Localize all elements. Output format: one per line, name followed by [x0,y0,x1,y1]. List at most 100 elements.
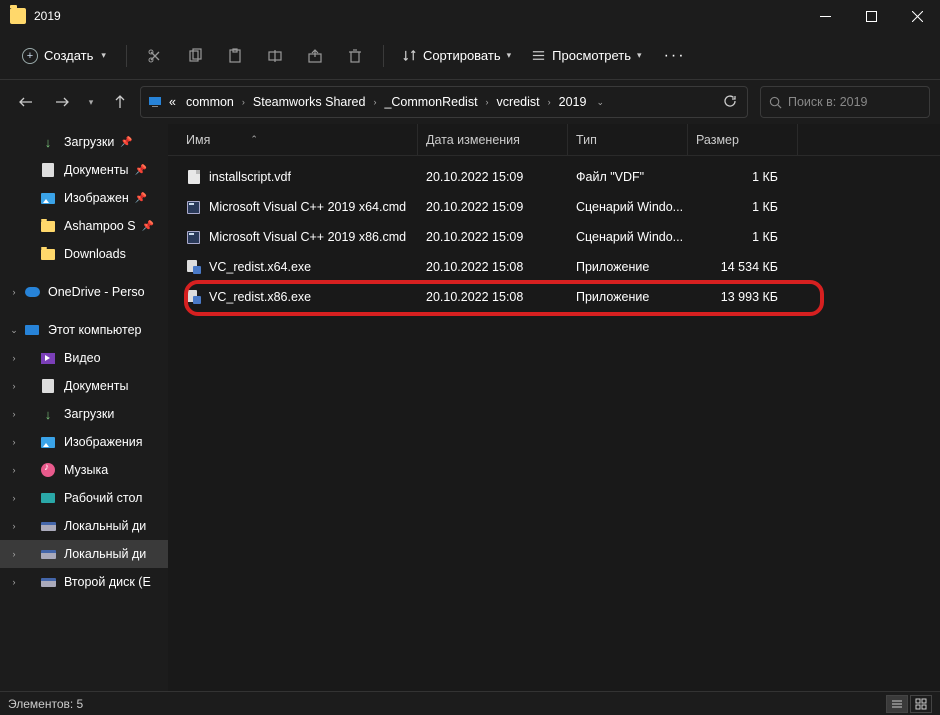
view-button[interactable]: Просмотреть ▾ [523,42,649,69]
sidebar-label: Загрузки [64,135,114,149]
file-row[interactable]: Microsoft Visual C++ 2019 x64.cmd 20.10.… [168,192,940,222]
chevron-right-icon[interactable]: › [6,465,22,475]
chevron-down-icon: ▾ [101,50,106,61]
file-name: VC_redist.x86.exe [209,290,311,304]
address-dropdown[interactable]: ⌄ [596,97,604,108]
more-button[interactable]: ··· [654,41,696,71]
forward-button[interactable] [46,86,78,118]
copy-button[interactable] [177,38,213,74]
sidebar-item-this-pc[interactable]: ⌄Этот компьютер [0,316,168,344]
sidebar-item-pictures-pc[interactable]: ›Изображения [0,428,168,456]
chevron-right-icon[interactable]: › [6,409,22,419]
drive-icon [40,574,56,590]
chevron-right-icon[interactable]: › [6,287,22,297]
search-icon [769,96,782,109]
sidebar-item-documents[interactable]: Документы📌 [0,156,168,184]
chevron-right-icon[interactable]: › [6,381,22,391]
chevron-down-icon[interactable]: ⌄ [6,325,22,336]
document-icon [40,378,56,394]
sort-button[interactable]: Сортировать ▾ [394,42,519,69]
file-row[interactable]: VC_redist.x86.exe 20.10.2022 15:08 Прило… [168,282,940,312]
sidebar-item-pictures[interactable]: Изображен📌 [0,184,168,212]
download-icon: ↓ [40,406,56,422]
column-size[interactable]: Размер [688,124,798,155]
icons-view-button[interactable] [910,695,932,713]
create-label: Создать [44,48,93,63]
sidebar-label: Загрузки [64,407,114,421]
breadcrumb-segment[interactable]: common [182,95,238,109]
sidebar-item-downloads-pc[interactable]: › ↓ Загрузки [0,400,168,428]
cut-button[interactable] [137,38,173,74]
chevron-right-icon[interactable]: › [240,97,247,107]
file-date: 20.10.2022 15:09 [418,170,568,184]
sidebar-item-local-disk-selected[interactable]: ›Локальный ди [0,540,168,568]
sidebar-item-local-disk[interactable]: › Локальный ди [0,512,168,540]
column-name[interactable]: Имя⌃ [168,124,418,155]
address-bar[interactable]: « common› Steamworks Shared› _CommonRedi… [140,86,748,118]
sort-arrow-icon: ⌃ [250,134,258,145]
column-headers: Имя⌃ Дата изменения Тип Размер [168,124,940,156]
recent-button[interactable]: ▾ [82,86,100,118]
divider [383,45,384,67]
sidebar-item-onedrive[interactable]: ›OneDrive - Perso [0,278,168,306]
chevron-right-icon[interactable]: › [484,97,491,107]
sidebar-label: Локальный ди [64,519,146,533]
breadcrumb-segment[interactable]: Steamworks Shared [249,95,370,109]
up-button[interactable] [104,86,136,118]
paste-button[interactable] [217,38,253,74]
chevron-right-icon[interactable]: › [6,577,22,587]
folder-icon [40,218,56,234]
view-label: Просмотреть [552,48,631,63]
sidebar: ↓Загрузки📌 Документы📌 Изображен📌 Ashampo… [0,124,168,691]
breadcrumb-segment[interactable]: _CommonRedist [380,95,481,109]
sidebar-item-documents-pc[interactable]: › Документы [0,372,168,400]
sidebar-label: Видео [64,351,101,365]
sidebar-label: Документы [64,379,128,393]
refresh-button[interactable] [719,94,741,111]
chevron-right-icon[interactable]: › [6,493,22,503]
cmd-icon [186,230,201,245]
sidebar-label: Второй диск (E [64,575,151,589]
file-row[interactable]: VC_redist.x64.exe 20.10.2022 15:08 Прило… [168,252,940,282]
chevron-right-icon[interactable]: › [371,97,378,107]
chevron-right-icon[interactable]: › [6,353,22,363]
column-date[interactable]: Дата изменения [418,124,568,155]
file-row[interactable]: Microsoft Visual C++ 2019 x86.cmd 20.10.… [168,222,940,252]
sidebar-item-downloads-folder[interactable]: Downloads [0,240,168,268]
sidebar-item-ashampoo[interactable]: Ashampoo S📌 [0,212,168,240]
rename-button[interactable] [257,38,293,74]
chevron-right-icon[interactable]: › [546,97,553,107]
file-type: Приложение [568,290,688,304]
sidebar-item-desktop[interactable]: ›Рабочий стол [0,484,168,512]
status-bar: Элементов: 5 [0,691,940,715]
delete-button[interactable] [337,38,373,74]
details-view-button[interactable] [886,695,908,713]
maximize-button[interactable] [848,0,894,32]
breadcrumb-segment[interactable]: 2019 [555,95,591,109]
chevron-down-icon: ▾ [507,50,512,61]
search-input[interactable]: Поиск в: 2019 [760,86,930,118]
chevron-right-icon[interactable]: › [6,521,22,531]
sidebar-item-videos[interactable]: › Видео [0,344,168,372]
body: ↓Загрузки📌 Документы📌 Изображен📌 Ashampo… [0,124,940,691]
create-button[interactable]: + Создать ▾ [12,42,116,70]
share-button[interactable] [297,38,333,74]
chevron-right-icon[interactable]: › [6,549,22,559]
sidebar-item-music[interactable]: ›Музыка [0,456,168,484]
file-type: Файл "VDF" [568,170,688,184]
close-button[interactable] [894,0,940,32]
breadcrumb-overflow[interactable]: « [165,95,180,109]
minimize-button[interactable] [802,0,848,32]
file-list: Имя⌃ Дата изменения Тип Размер installsc… [168,124,940,691]
chevron-right-icon[interactable]: › [6,437,22,447]
pin-icon: 📌 [142,221,154,232]
search-placeholder: Поиск в: 2019 [788,95,868,109]
breadcrumb-segment[interactable]: vcredist [493,95,544,109]
file-size: 1 КБ [688,200,798,214]
drive-icon [40,546,56,562]
back-button[interactable] [10,86,42,118]
file-row[interactable]: installscript.vdf 20.10.2022 15:09 Файл … [168,162,940,192]
sidebar-item-second-disk[interactable]: › Второй диск (E [0,568,168,596]
column-type[interactable]: Тип [568,124,688,155]
sidebar-item-downloads[interactable]: ↓Загрузки📌 [0,128,168,156]
